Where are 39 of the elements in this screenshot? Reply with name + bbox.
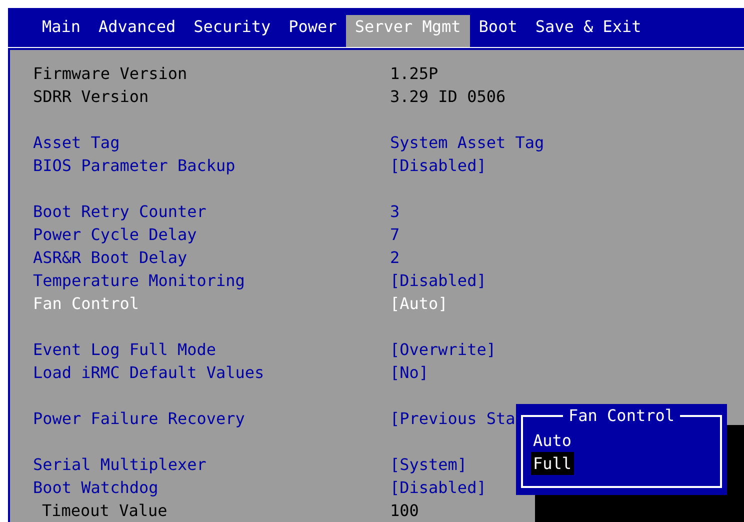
tab[interactable]: Server Mgmt xyxy=(346,15,470,47)
setting-value: 2 xyxy=(390,247,400,269)
tab[interactable]: Main xyxy=(33,15,90,47)
setting-value: System Asset Tag xyxy=(390,132,544,154)
tab[interactable]: Security xyxy=(184,15,280,47)
setting-label[interactable]: Boot Watchdog xyxy=(33,476,390,499)
setting-label[interactable]: Serial Multiplexer xyxy=(33,453,390,476)
setting-value: [Disabled] xyxy=(390,477,486,499)
setting-label: SDRR Version xyxy=(33,86,150,108)
tab[interactable]: Save & Exit xyxy=(526,15,650,47)
tab[interactable]: Advanced xyxy=(90,15,185,47)
setting-label[interactable]: BIOS Parameter Backup xyxy=(33,154,390,177)
setting-label[interactable]: Event Log Full Mode xyxy=(33,338,390,361)
setting-value: [Overwrite] xyxy=(390,339,496,361)
setting-label[interactable]: Power Failure Recovery xyxy=(33,407,390,430)
setting-label[interactable]: Boot Retry Counter xyxy=(33,200,390,223)
setting-value: 7 xyxy=(390,224,400,246)
popup-option[interactable]: Full xyxy=(531,452,574,475)
setting-label[interactable]: Temperature Monitoring xyxy=(33,269,390,292)
setting-value: [Previous Sta xyxy=(390,408,516,430)
setting-value: [Disabled] xyxy=(390,270,486,292)
setting-value: 3 xyxy=(390,201,400,223)
setting-value: [Disabled] xyxy=(390,155,486,177)
tab[interactable]: Boot xyxy=(470,15,526,47)
tab[interactable]: Power xyxy=(280,15,346,47)
popup-option[interactable]: Auto xyxy=(531,429,574,452)
setting-value: [Auto] xyxy=(390,293,448,315)
setting-label[interactable]: Power Cycle Delay xyxy=(33,223,390,246)
setting-label[interactable]: ASR&R Boot Delay xyxy=(33,246,390,269)
setting-value: [No] xyxy=(390,362,429,384)
setting-label[interactable]: Load iRMC Default Values xyxy=(33,361,390,384)
setting-label[interactable]: Timeout Value xyxy=(33,499,390,522)
setting-value: 100 xyxy=(390,500,419,522)
setting-value: [System] xyxy=(390,454,468,476)
setting-label[interactable]: Asset Tag xyxy=(33,131,390,154)
setting-label: Firmware Version xyxy=(33,63,188,85)
setting-value: 1.25P xyxy=(390,63,438,85)
setting-label[interactable]: Fan Control xyxy=(33,292,390,315)
setting-value: 3.29 ID 0506 xyxy=(390,86,506,108)
